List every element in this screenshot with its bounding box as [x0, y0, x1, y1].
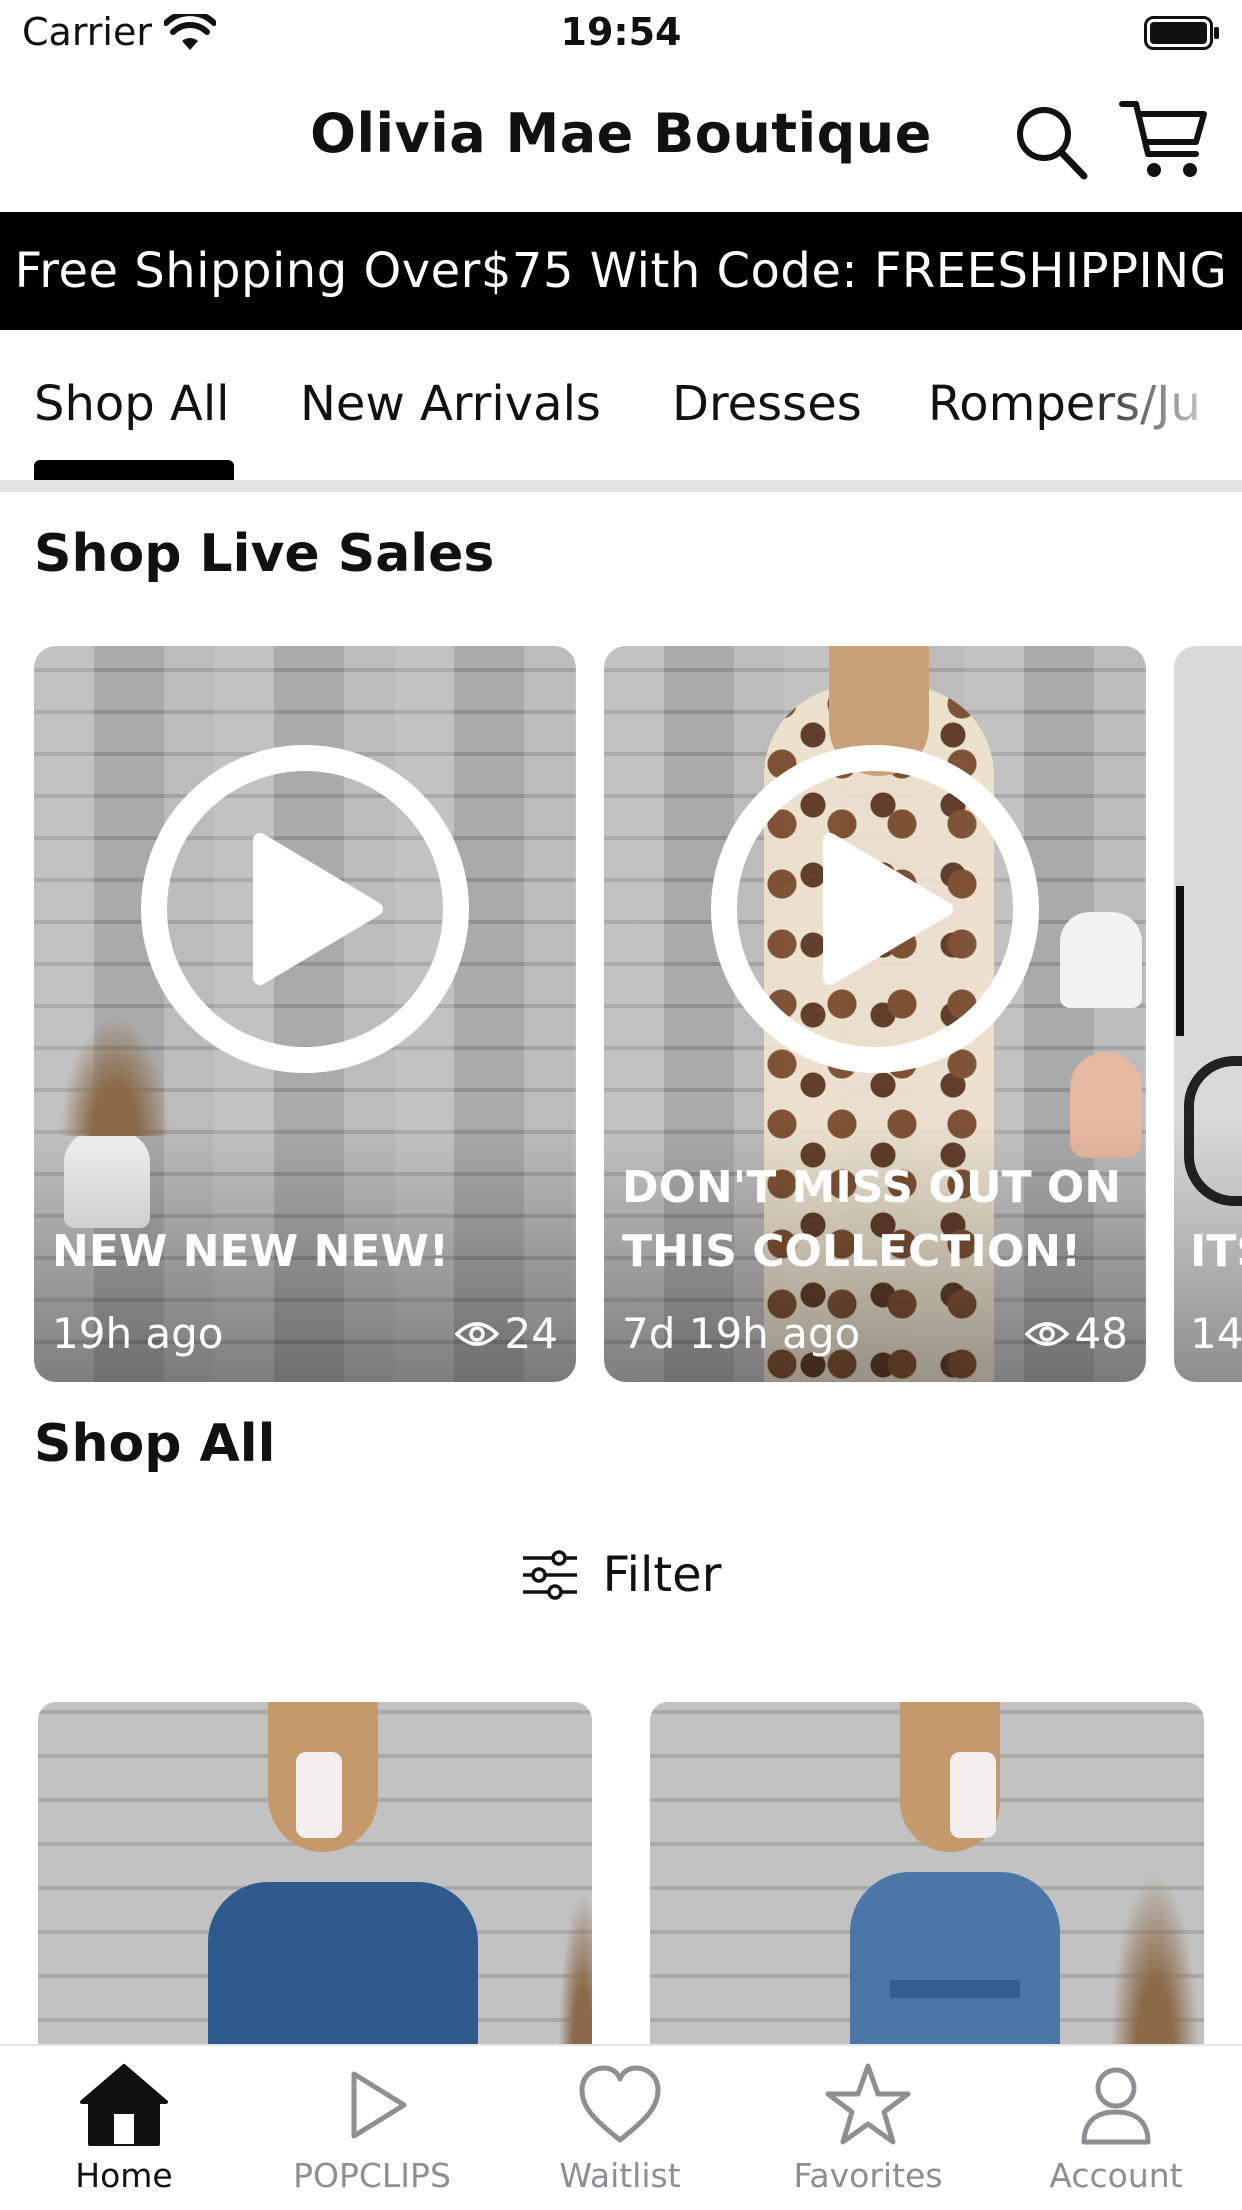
selected-tab-indicator — [34, 460, 234, 480]
text-graphic — [1176, 886, 1184, 1036]
nav-waitlist[interactable]: Waitlist — [496, 2062, 744, 2210]
live-sale-time: 14 — [1190, 1309, 1242, 1358]
play-outline-icon — [351, 2071, 407, 2139]
star-icon — [825, 2063, 911, 2145]
clock: 19:54 — [560, 10, 682, 54]
tabs-divider — [0, 480, 1242, 492]
belt — [890, 1980, 1020, 1998]
bottom-nav: Home POPCLIPS Waitlist Favorites Account — [0, 2044, 1242, 2210]
live-sales-title: Shop Live Sales — [34, 524, 495, 584]
phone-case — [950, 1752, 996, 1838]
live-sale-caption: NEW NEW NEW! — [52, 1226, 449, 1277]
nav-popclips[interactable]: POPCLIPS — [248, 2062, 496, 2210]
house-icon — [80, 2064, 168, 2146]
search-icon[interactable] — [1012, 100, 1088, 180]
nav-account-label: Account — [1049, 2156, 1183, 2195]
play-icon[interactable] — [140, 744, 470, 1074]
live-sale-card[interactable]: DON'T MISS OUT ON THIS COLLECTION! 7d 19… — [604, 646, 1146, 1382]
live-sale-caption: DON'T MISS OUT ON THIS COLLECTION! — [622, 1162, 1122, 1277]
live-sale-caption: ITS SH — [1190, 1226, 1242, 1277]
sliders-icon — [522, 1550, 577, 1600]
product-card[interactable] — [38, 1702, 592, 2062]
product-card[interactable] — [650, 1702, 1204, 2062]
promo-banner[interactable]: Free Shipping Over$75 With Code: FREESHI… — [0, 212, 1242, 330]
heart-icon — [579, 2065, 661, 2143]
nav-account[interactable]: Account — [992, 2062, 1240, 2210]
eye-icon — [454, 1321, 499, 1346]
battery-icon — [1144, 16, 1219, 50]
status-bar: Carrier 19:54 — [0, 0, 1242, 68]
cart-icon[interactable] — [1118, 96, 1208, 182]
play-icon[interactable] — [710, 744, 1040, 1074]
filter-button[interactable]: Filter — [0, 1530, 1242, 1620]
tabs-fade-overlay — [1080, 370, 1242, 460]
dried-flowers-decoration — [1110, 1872, 1200, 2062]
view-count-value: 48 — [1074, 1309, 1128, 1358]
nav-home[interactable]: Home — [0, 2062, 248, 2210]
nav-waitlist-label: Waitlist — [559, 2156, 681, 2195]
person-icon — [1081, 2067, 1151, 2145]
filter-label: Filter — [602, 1547, 722, 1603]
view-count: 24 — [454, 1309, 558, 1358]
shop-all-title: Shop All — [34, 1414, 276, 1474]
denim-dress — [208, 1882, 478, 2062]
live-sale-card[interactable]: NEW NEW NEW! 19h ago 24 — [34, 646, 576, 1382]
tab-dresses[interactable]: Dresses — [672, 376, 862, 432]
promo-text: Free Shipping Over$75 With Code: FREESHI… — [14, 243, 1228, 299]
live-sale-time: 7d 19h ago — [622, 1309, 861, 1358]
tab-shop-all[interactable]: Shop All — [34, 376, 230, 432]
live-sale-time: 19h ago — [52, 1309, 224, 1358]
vase-decoration — [1060, 912, 1142, 1008]
phone-case — [296, 1752, 342, 1838]
dried-flowers-decoration — [558, 1892, 592, 2062]
denim-dress — [850, 1872, 1060, 2062]
live-sale-card[interactable]: ITS SH 14 — [1174, 646, 1242, 1382]
nav-favorites-label: Favorites — [793, 2156, 943, 2195]
nav-home-label: Home — [75, 2156, 173, 2195]
view-count: 48 — [1024, 1309, 1128, 1358]
view-count-value: 24 — [504, 1309, 558, 1358]
nav-favorites[interactable]: Favorites — [744, 2062, 992, 2210]
eye-icon — [1024, 1321, 1069, 1346]
nav-popclips-label: POPCLIPS — [293, 2156, 451, 2195]
tab-new-arrivals[interactable]: New Arrivals — [300, 376, 601, 432]
